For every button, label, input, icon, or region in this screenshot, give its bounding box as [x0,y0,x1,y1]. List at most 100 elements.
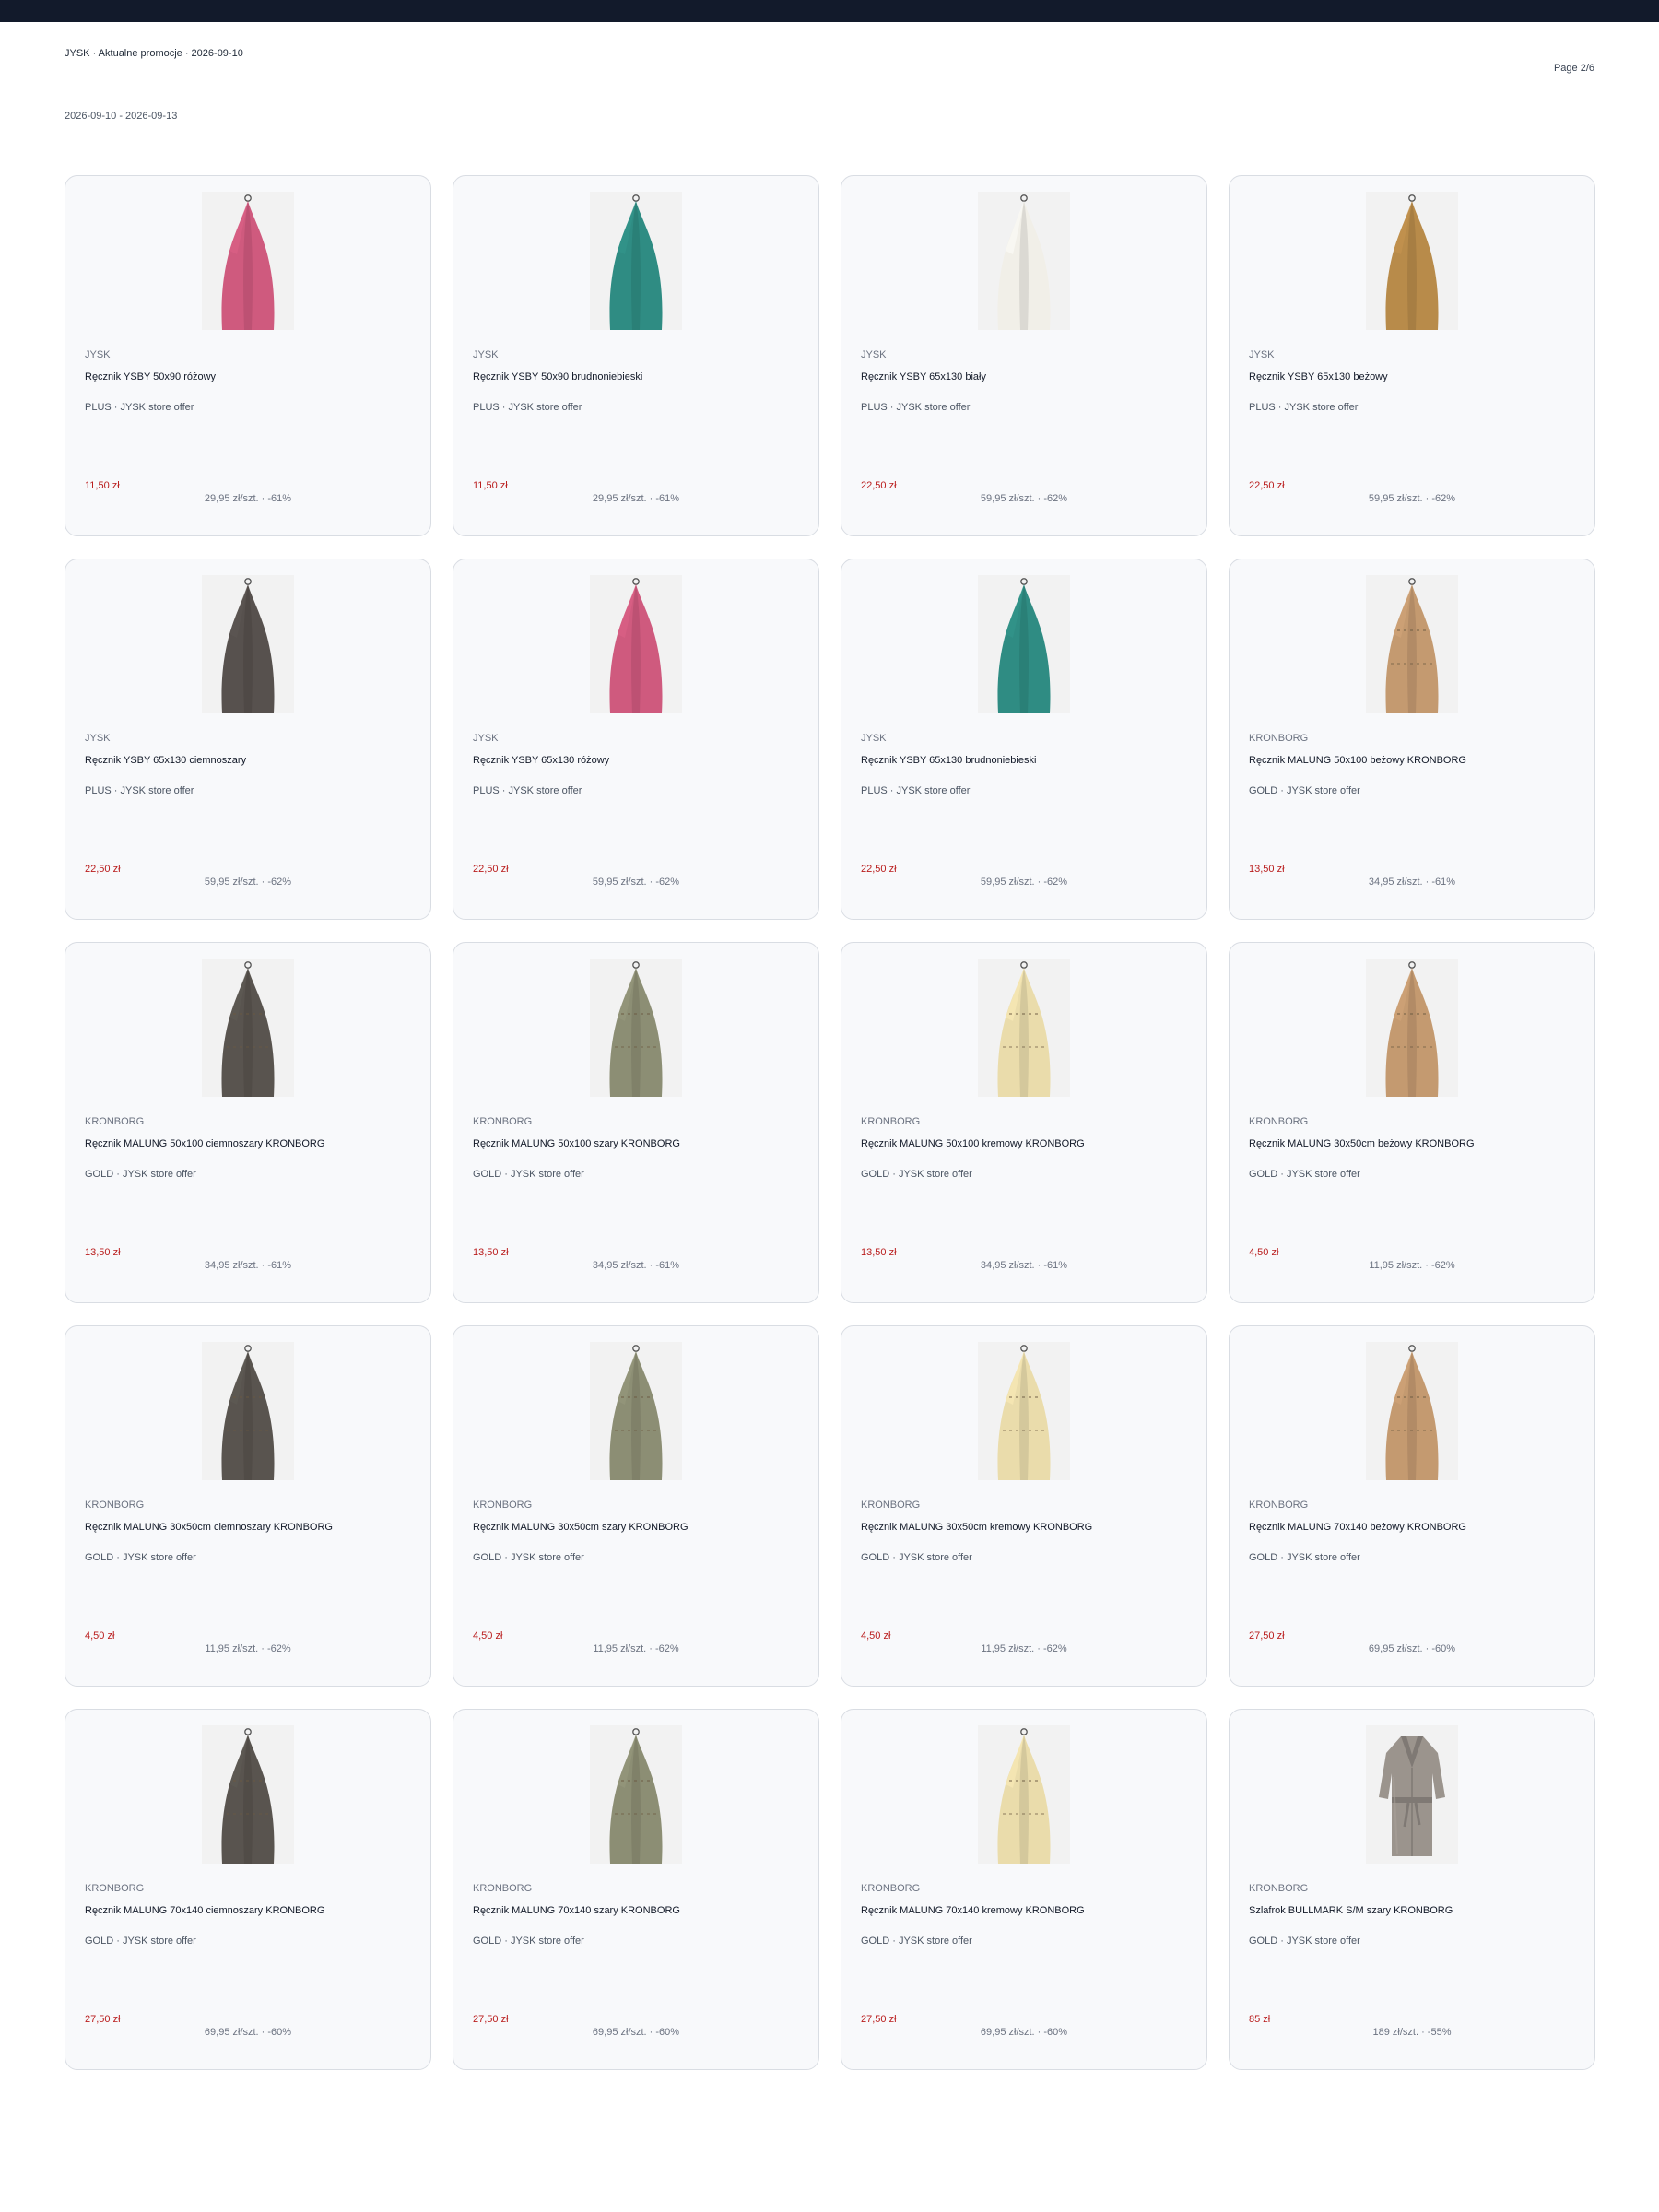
product-card[interactable]: JYSK Ręcznik YSBY 65x130 różowy PLUS · J… [453,559,819,920]
product-card[interactable]: KRONBORG Ręcznik MALUNG 70x140 beżowy KR… [1229,1325,1595,1687]
regular-price-discount: 69,95 zł/szt. · -60% [204,2027,292,2038]
product-name: Ręcznik MALUNG 70x140 kremowy KRONBORG [861,1905,1085,1916]
sale-price: 22,50 zł [861,480,897,491]
regular-price-discount: 34,95 zł/szt. · -61% [592,1260,680,1271]
page-number: Page 2/6 [1553,63,1594,74]
offer-label: GOLD · JYSK store offer [861,1936,972,1947]
towel-image [590,192,682,330]
towel-image [590,1342,682,1480]
product-card[interactable]: KRONBORG Ręcznik MALUNG 70x140 kremowy K… [841,1709,1207,2070]
regular-price-discount: 34,95 zł/szt. · -61% [204,1260,292,1271]
towel-image [978,1342,1070,1480]
regular-price-discount: 59,95 zł/szt. · -62% [980,877,1068,888]
product-name: Ręcznik MALUNG 50x100 kremowy KRONBORG [861,1138,1085,1149]
product-card[interactable]: KRONBORG Ręcznik MALUNG 30x50cm szary KR… [453,1325,819,1687]
regular-price-discount: 29,95 zł/szt. · -61% [592,493,680,504]
product-grid: JYSK Ręcznik YSBY 50x90 różowy PLUS · JY… [65,175,1595,2070]
product-brand: JYSK [473,733,499,744]
sale-price: 22,50 zł [85,864,121,875]
product-name: Ręcznik MALUNG 70x140 ciemnoszary KRONBO… [85,1905,325,1916]
regular-price-discount: 59,95 zł/szt. · -62% [1368,493,1456,504]
product-name: Ręcznik MALUNG 30x50cm ciemnoszary KRONB… [85,1522,333,1533]
towel-image [978,959,1070,1097]
towel-image [1366,1342,1458,1480]
sale-price: 11,50 zł [85,480,120,491]
product-card[interactable]: KRONBORG Ręcznik MALUNG 50x100 ciemnosza… [65,942,431,1303]
product-brand: JYSK [861,733,887,744]
product-card[interactable]: JYSK Ręcznik YSBY 65x130 biały PLUS · JY… [841,175,1207,536]
sale-price: 27,50 zł [861,2014,897,2025]
towel-image [202,959,294,1097]
offer-label: GOLD · JYSK store offer [473,1936,584,1947]
product-brand: KRONBORG [1249,1500,1309,1511]
product-name: Ręcznik MALUNG 50x100 szary KRONBORG [473,1138,680,1149]
offer-label: PLUS · JYSK store offer [473,402,582,413]
product-card[interactable]: KRONBORG Ręcznik MALUNG 50x100 szary KRO… [453,942,819,1303]
sale-price: 22,50 zł [473,864,509,875]
towel-image [978,192,1070,330]
product-name: Ręcznik MALUNG 50x100 ciemnoszary KRONBO… [85,1138,325,1149]
product-brand: KRONBORG [1249,733,1309,744]
towel-image [590,575,682,713]
sale-price: 85 zł [1249,2014,1271,2025]
product-card[interactable]: KRONBORG Szlafrok BULLMARK S/M szary KRO… [1229,1709,1595,2070]
product-card[interactable]: KRONBORG Ręcznik MALUNG 70x140 ciemnosza… [65,1709,431,2070]
product-name: Ręcznik MALUNG 30x50cm szary KRONBORG [473,1522,688,1533]
regular-price-discount: 59,95 zł/szt. · -62% [204,877,292,888]
offer-label: GOLD · JYSK store offer [473,1552,584,1563]
towel-image [202,575,294,713]
regular-price-discount: 11,95 zł/szt. · -62% [205,1643,291,1654]
bathrobe-image [1366,1725,1458,1864]
regular-price-discount: 59,95 zł/szt. · -62% [980,493,1068,504]
offer-label: GOLD · JYSK store offer [85,1552,196,1563]
towel-image [978,575,1070,713]
sale-price: 11,50 zł [473,480,508,491]
sale-price: 4,50 zł [861,1630,891,1641]
sale-price: 22,50 zł [1249,480,1285,491]
product-brand: KRONBORG [473,1116,533,1127]
product-card[interactable]: KRONBORG Ręcznik MALUNG 30x50cm beżowy K… [1229,942,1595,1303]
product-name: Ręcznik MALUNG 70x140 beżowy KRONBORG [1249,1522,1466,1533]
regular-price-discount: 29,95 zł/szt. · -61% [204,493,292,504]
regular-price-discount: 34,95 zł/szt. · -61% [980,1260,1068,1271]
product-brand: JYSK [1249,349,1275,360]
offer-label: PLUS · JYSK store offer [85,785,194,796]
product-card[interactable]: KRONBORG Ręcznik MALUNG 50x100 beżowy KR… [1229,559,1595,920]
sale-price: 4,50 zł [473,1630,503,1641]
product-brand: JYSK [85,733,111,744]
product-card[interactable]: JYSK Ręcznik YSBY 65x130 beżowy PLUS · J… [1229,175,1595,536]
sale-price: 22,50 zł [861,864,897,875]
offer-label: GOLD · JYSK store offer [861,1169,972,1180]
towel-image [202,192,294,330]
product-card[interactable]: KRONBORG Ręcznik MALUNG 30x50cm ciemnosz… [65,1325,431,1687]
offer-label: PLUS · JYSK store offer [1249,402,1359,413]
towel-image [1366,575,1458,713]
regular-price-discount: 59,95 zł/szt. · -62% [592,877,680,888]
product-brand: KRONBORG [473,1500,533,1511]
sale-price: 13,50 zł [1249,864,1285,875]
product-brand: KRONBORG [85,1883,145,1894]
product-brand: KRONBORG [861,1116,921,1127]
product-name: Ręcznik YSBY 50x90 różowy [85,371,217,382]
product-card[interactable]: JYSK Ręcznik YSBY 65x130 ciemnoszary PLU… [65,559,431,920]
product-name: Ręcznik YSBY 65x130 różowy [473,755,610,766]
towel-image [590,959,682,1097]
product-card[interactable]: JYSK Ręcznik YSBY 50x90 różowy PLUS · JY… [65,175,431,536]
product-card[interactable]: KRONBORG Ręcznik MALUNG 70x140 szary KRO… [453,1709,819,2070]
date-range: 2026-09-10 - 2026-09-13 [65,111,178,122]
sale-price: 13,50 zł [473,1247,509,1258]
product-card[interactable]: JYSK Ręcznik YSBY 65x130 brudnoniebieski… [841,559,1207,920]
offer-label: GOLD · JYSK store offer [1249,1169,1360,1180]
sale-price: 4,50 zł [1249,1247,1279,1258]
product-brand: JYSK [473,349,499,360]
product-card[interactable]: JYSK Ręcznik YSBY 50x90 brudnoniebieski … [453,175,819,536]
sale-price: 27,50 zł [473,2014,509,2025]
product-name: Szlafrok BULLMARK S/M szary KRONBORG [1249,1905,1453,1916]
product-card[interactable]: KRONBORG Ręcznik MALUNG 50x100 kremowy K… [841,942,1207,1303]
regular-price-discount: 34,95 zł/szt. · -61% [1368,877,1456,888]
offer-label: PLUS · JYSK store offer [473,785,582,796]
towel-image [1366,959,1458,1097]
offer-label: GOLD · JYSK store offer [85,1936,196,1947]
product-card[interactable]: KRONBORG Ręcznik MALUNG 30x50cm kremowy … [841,1325,1207,1687]
sale-price: 27,50 zł [85,2014,121,2025]
